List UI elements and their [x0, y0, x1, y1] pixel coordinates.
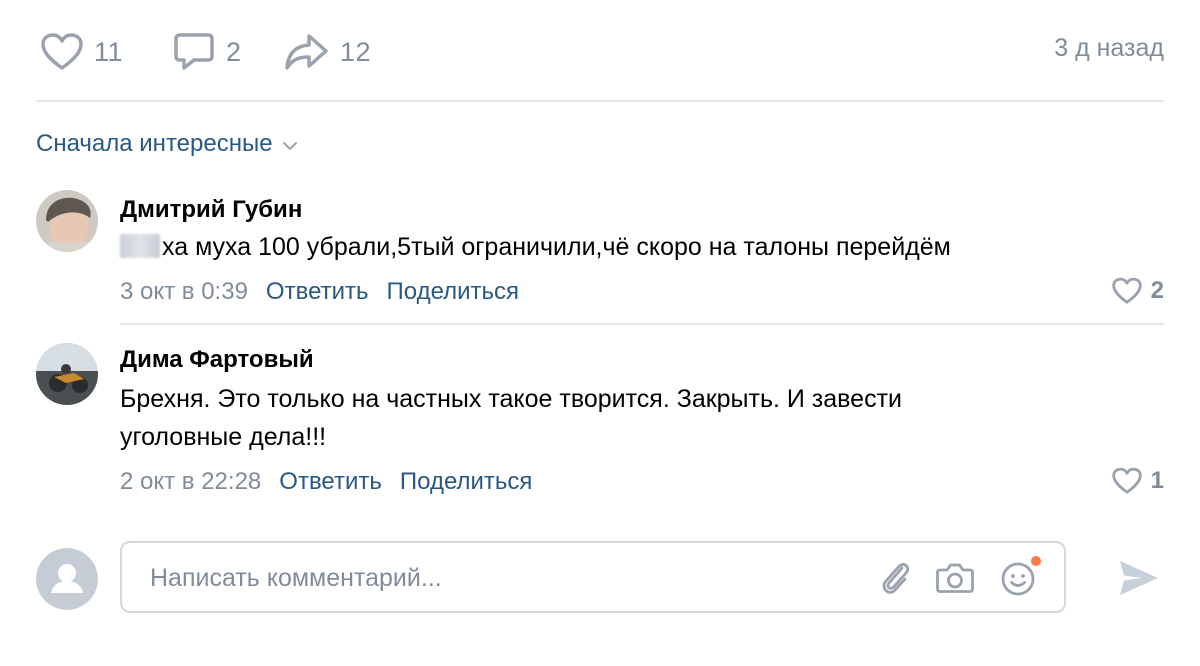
camera-icon[interactable]: [934, 558, 976, 598]
share-icon: [285, 34, 328, 70]
comment-text-body: ха муха 100 убрали,5тый ограничили,чё ск…: [162, 233, 951, 261]
smile-icon[interactable]: [998, 553, 1046, 601]
avatar[interactable]: [36, 190, 98, 252]
comment-date[interactable]: 2 окт в 22:28: [120, 468, 261, 496]
comment-text: ха муха 100 убрали,5тый ограничили,чё ск…: [120, 228, 951, 266]
post-share-button[interactable]: 12: [284, 28, 371, 76]
comment-text-line: Брехня. Это только на частных такое твор…: [120, 385, 902, 413]
comment-like-count: 2: [1150, 277, 1164, 304]
post-comment-count: 2: [226, 36, 242, 67]
sort-label: Сначала интересные: [36, 130, 273, 157]
comment-like-button[interactable]: 2: [1111, 277, 1164, 305]
comment-date[interactable]: 3 окт в 0:39: [120, 278, 248, 306]
post-like-count: 11: [94, 36, 124, 67]
divider: [120, 323, 1164, 325]
avatar[interactable]: [36, 343, 98, 405]
comment-icon: [174, 33, 214, 70]
avatar-photo: [36, 343, 98, 405]
divider: [36, 100, 1164, 102]
chevron-down-icon: [282, 142, 297, 150]
notification-dot: [1031, 556, 1041, 566]
comment-composer: [120, 541, 1066, 613]
comment-like-count: 1: [1150, 467, 1164, 494]
comment-text: Брехня. Это только на частных такое твор…: [120, 380, 902, 456]
send-icon[interactable]: [1116, 557, 1162, 599]
avatar-photo: [36, 190, 98, 252]
heart-icon: [1111, 467, 1142, 494]
sort-dropdown[interactable]: Сначала интересные: [36, 130, 299, 158]
comment-meta: 2 окт в 22:28 Ответить Поделиться: [120, 468, 532, 496]
comment-meta: 3 окт в 0:39 Ответить Поделиться: [120, 278, 519, 306]
comment-author[interactable]: Дмитрий Губин: [120, 196, 302, 224]
current-user-avatar[interactable]: [36, 548, 98, 610]
heart-icon: [41, 33, 83, 70]
reply-link[interactable]: Ответить: [266, 278, 369, 306]
share-link[interactable]: Поделиться: [400, 468, 533, 496]
post-share-count: 12: [340, 36, 372, 67]
comment-input[interactable]: [148, 543, 832, 613]
user-icon: [36, 548, 98, 610]
post-like-button[interactable]: 11: [40, 28, 123, 76]
share-link[interactable]: Поделиться: [387, 278, 520, 306]
heart-icon: [1111, 277, 1142, 304]
post-time[interactable]: 3 д назад: [1054, 34, 1164, 63]
reply-link[interactable]: Ответить: [279, 468, 382, 496]
post-comment-button[interactable]: 2: [172, 28, 242, 76]
comment-text-line: уголовные дела!!!: [120, 423, 327, 451]
paperclip-icon[interactable]: [878, 558, 914, 598]
comment-like-button[interactable]: 1: [1111, 467, 1164, 495]
blurred-word: [120, 234, 160, 258]
comment-author[interactable]: Дима Фартовый: [120, 346, 314, 374]
